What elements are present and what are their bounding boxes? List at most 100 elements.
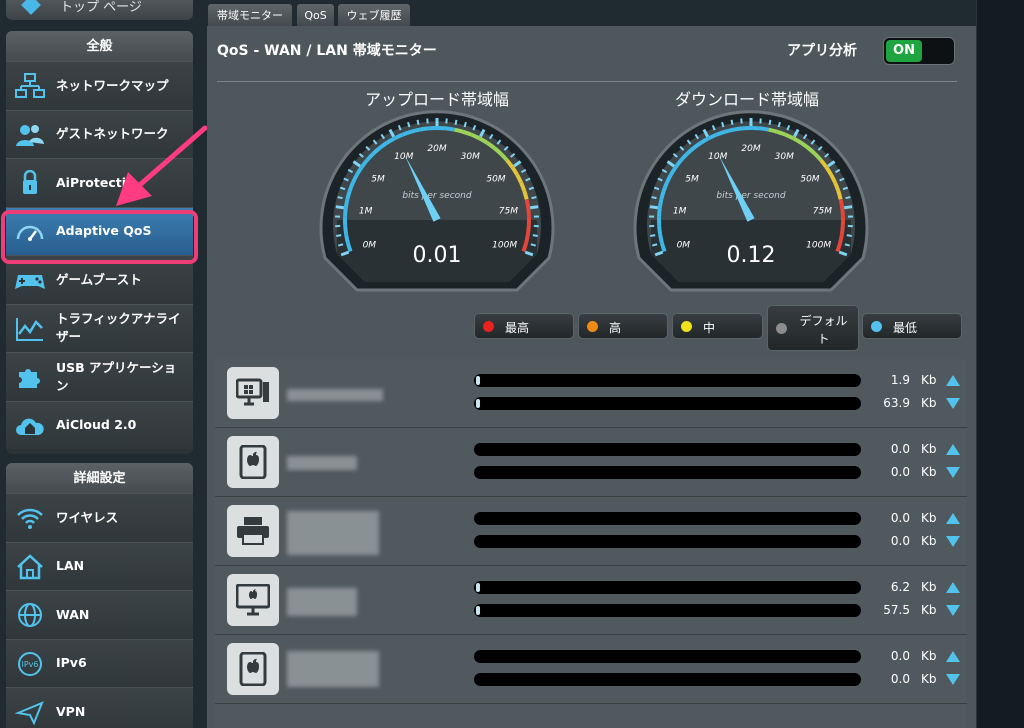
puzzle-icon — [14, 363, 46, 391]
sidebar-top-item[interactable]: トップ ページ — [6, 0, 193, 20]
download-tick-label: 50M — [800, 175, 819, 185]
download-unit: Kb — [921, 465, 937, 479]
priority-default[interactable]: デフォルト — [767, 305, 859, 351]
download-scale-arc — [657, 207, 662, 217]
upload-value: 0.0 — [890, 442, 910, 456]
priority-high[interactable]: 高 — [578, 313, 668, 339]
download-tick — [768, 119, 772, 125]
download-tick — [845, 196, 851, 200]
tab-bandwidth-monitor[interactable]: 帯域モニター — [208, 4, 292, 28]
sidebar-item-label: トラフィックアナライザー — [56, 311, 181, 345]
sidebar-item-label: LAN — [56, 558, 85, 574]
arrow-down-icon[interactable] — [946, 674, 960, 685]
client-row[interactable]: 6.2 Kb 57.5 Kb — [215, 566, 967, 635]
download-bar — [474, 535, 861, 548]
download-scale-arc — [838, 234, 844, 244]
download-tick — [651, 243, 658, 247]
sidebar-item-aicloud[interactable]: AiCloud 2.0 — [6, 400, 193, 449]
printer-icon — [227, 505, 279, 557]
download-tick-label: 10M — [708, 152, 727, 162]
upload-tick — [407, 121, 411, 128]
client-row[interactable]: 1.9 Kb 63.9 Kb — [215, 359, 967, 428]
download-gauge: 0M 1M 5M 10M 20M 30M 50M 75M 100M bits per second… — [633, 110, 869, 292]
upload-scale-arc — [410, 127, 420, 134]
arrow-up-icon[interactable] — [946, 582, 960, 593]
priority-medium[interactable]: 中 — [672, 313, 763, 339]
home-icon — [14, 553, 46, 581]
arrow-down-icon[interactable] — [946, 398, 960, 409]
download-tick — [650, 234, 656, 237]
upload-tick-label: 100M — [492, 241, 517, 251]
apple-tablet-icon — [227, 643, 279, 695]
upload-tick-label: 20M — [427, 144, 446, 154]
download-value: 0.12 — [727, 243, 776, 268]
sidebar-item-label: ゲームブースト — [56, 271, 142, 287]
download-tick-label: 5M — [685, 175, 699, 185]
arrow-up-icon[interactable] — [946, 444, 960, 455]
upload-bar — [474, 581, 861, 594]
download-bar — [474, 604, 861, 617]
download-scale-arc — [724, 127, 734, 134]
sidebar-item-usb-application[interactable]: USB アプリケーション — [6, 352, 193, 401]
download-scale-arc — [657, 225, 663, 235]
advanced-header: 詳細設定 — [6, 463, 193, 493]
arrow-down-icon[interactable] — [946, 605, 960, 616]
upload-unit: Kb — [921, 649, 937, 663]
upload-bar — [474, 512, 861, 525]
download-value: 0.0 — [890, 534, 910, 548]
sidebar-item-traffic-analyzer[interactable]: トラフィックアナライザー — [6, 303, 193, 352]
priority-label: 最高 — [505, 321, 530, 335]
download-tick-label: 0M — [677, 241, 691, 251]
upload-scale-arc — [526, 207, 531, 217]
arrow-down-icon[interactable] — [946, 536, 960, 547]
sidebar-item-wireless[interactable]: ワイヤレス — [6, 493, 193, 542]
upload-unit: bits per second — [402, 191, 471, 201]
download-tick — [777, 121, 781, 128]
client-name-redacted — [287, 456, 357, 470]
client-row[interactable]: 0.0 Kb 0.0 Kb — [215, 497, 967, 566]
page-title: QoS - WAN / LAN 帯域モニター — [217, 43, 437, 59]
gamepad-icon — [14, 266, 46, 294]
download-scale-arc — [838, 198, 845, 209]
client-row[interactable]: 0.0 Kb 0.0 Kb — [215, 428, 967, 497]
upload-bar — [474, 650, 861, 663]
upload-scale-arc — [525, 225, 531, 235]
priority-dot — [871, 321, 882, 332]
upload-scale-arc — [344, 234, 350, 244]
download-tick — [730, 119, 734, 125]
download-scale-arc — [835, 242, 843, 253]
arrow-down-icon[interactable] — [946, 467, 960, 478]
tab-qos[interactable]: QoS — [297, 4, 334, 28]
arrow-up-icon[interactable] — [946, 651, 960, 662]
arrow-up-icon[interactable] — [946, 375, 960, 386]
priority-label: 高 — [609, 321, 622, 335]
upload-value: 6.2 — [890, 580, 910, 594]
download-tick — [844, 243, 851, 247]
sidebar-item-ipv6[interactable]: IPv6 IPv6 — [6, 638, 193, 687]
upload-bar-fill — [476, 583, 480, 592]
arrow-up-icon[interactable] — [946, 513, 960, 524]
upload-scale-arc — [401, 129, 412, 137]
priority-highest[interactable]: 最高 — [474, 313, 574, 339]
upload-value: 0.0 — [890, 649, 910, 663]
download-value: 63.9 — [883, 396, 910, 410]
app-analysis-toggle[interactable]: ON — [883, 37, 955, 65]
upload-scale-arc — [343, 225, 349, 235]
priority-label: デフォルト — [799, 314, 848, 346]
download-gauge-title: ダウンロード帯域幅 — [675, 90, 820, 109]
download-tick — [721, 121, 725, 128]
upload-gauge-title: アップロード帯域幅 — [365, 90, 510, 109]
upload-tick — [336, 234, 342, 237]
sidebar-item-wan[interactable]: WAN — [6, 590, 193, 639]
vpn-icon — [14, 698, 46, 726]
wifi-icon — [14, 504, 46, 532]
tab-web-history[interactable]: ウェブ履歴 — [338, 4, 410, 28]
client-row[interactable]: 0.0 Kb 0.0 Kb — [215, 635, 967, 704]
priority-lowest[interactable]: 最低 — [862, 313, 962, 339]
sidebar-top-label: トップ ページ — [60, 0, 142, 15]
divider — [217, 81, 957, 82]
download-bar — [474, 673, 861, 686]
sidebar-item-network-map[interactable]: ネットワークマップ — [6, 61, 193, 110]
sidebar-item-vpn[interactable]: VPN — [6, 687, 193, 728]
sidebar-item-lan[interactable]: LAN — [6, 541, 193, 590]
